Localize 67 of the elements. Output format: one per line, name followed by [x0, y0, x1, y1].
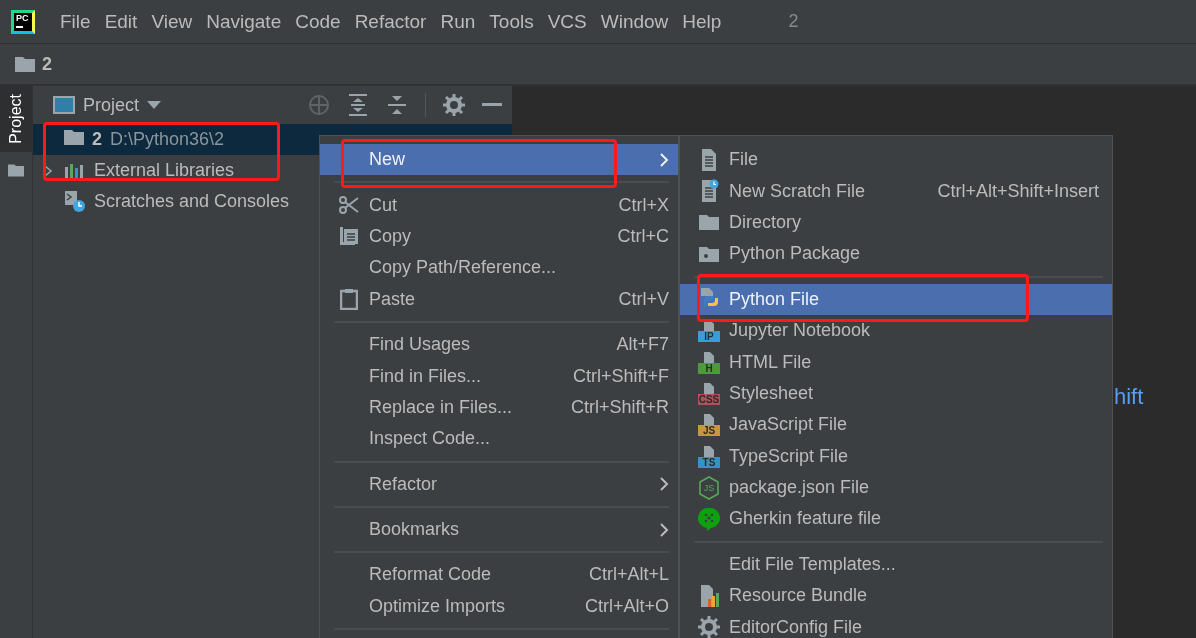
menu-item[interactable]: Reformat Code Ctrl+Alt+L: [320, 559, 678, 591]
folder-icon: [8, 161, 24, 178]
menu-item[interactable]: Resource Bundle: [680, 580, 1112, 612]
breadcrumb[interactable]: 2: [42, 53, 52, 75]
project-path: D:\Python36\2: [110, 129, 225, 150]
menu-item[interactable]: Paste Ctrl+V: [320, 283, 678, 315]
clipboard-icon: [340, 288, 358, 311]
settings-icon[interactable]: [443, 94, 465, 116]
menu-item[interactable]: EditorConfig File: [680, 611, 1112, 638]
menu-item[interactable]: Gherkin feature file: [680, 503, 1112, 535]
menu-bar-item[interactable]: VCS: [540, 10, 594, 33]
menu-item[interactable]: Cut Ctrl+X: [320, 189, 678, 221]
menu-bar-item[interactable]: File: [53, 10, 98, 33]
panel-title[interactable]: Project: [83, 94, 140, 116]
menu-bar-item[interactable]: Code: [288, 10, 348, 33]
chevron-right-icon[interactable]: [43, 164, 53, 177]
menu-item[interactable]: Bookmarks: [320, 513, 678, 546]
menu-item[interactable]: JS package.json File: [680, 471, 1112, 504]
menu-item[interactable]: CSS Stylesheet: [680, 377, 1112, 410]
folder-icon: [698, 214, 720, 231]
nodejs-icon: JS: [698, 475, 720, 500]
menu-bar-item[interactable]: Refactor: [347, 10, 434, 33]
menu-bar-item[interactable]: Navigate: [199, 10, 289, 33]
package-folder-icon: [698, 245, 720, 262]
menu-item[interactable]: New Scratch File Ctrl+Alt+Shift+Insert: [680, 175, 1112, 207]
minimize-icon[interactable]: [482, 103, 502, 107]
project-view-icon: [53, 96, 75, 114]
menu-bar-item[interactable]: Run: [433, 10, 483, 33]
library-icon: [64, 161, 86, 180]
menu-item[interactable]: Copy Path/Reference...: [320, 252, 678, 284]
tool-window-tab[interactable]: Project: [0, 86, 32, 152]
menu-item[interactable]: File: [680, 144, 1112, 176]
collapse-all-icon[interactable]: [386, 94, 408, 116]
folder-icon: [64, 129, 84, 145]
menu-item[interactable]: Python Package: [680, 238, 1112, 270]
menu-item[interactable]: JS JavaScript File: [680, 409, 1112, 441]
folder-icon: [15, 56, 35, 72]
menu-bar-item[interactable]: Edit: [97, 10, 145, 33]
menu-item[interactable]: Replace in Files... Ctrl+Shift+R: [320, 391, 678, 424]
menu-bar-item[interactable]: Help: [675, 10, 729, 33]
menu-bar-item[interactable]: Window: [593, 10, 676, 33]
dropdown-caret-icon[interactable]: [147, 101, 162, 109]
menu-item[interactable]: Copy Ctrl+C: [320, 220, 678, 253]
menu-item[interactable]: New: [320, 144, 678, 176]
menu-item[interactable]: Find in Files... Ctrl+Shift+F: [320, 360, 678, 392]
menu-item[interactable]: Inspect Code...: [320, 423, 678, 455]
scratches-icon: [64, 189, 86, 214]
gear-icon: [698, 616, 720, 638]
menu-item[interactable]: H HTML File: [680, 346, 1112, 378]
resource-bundle-icon: [698, 583, 720, 608]
copy-icon: [339, 226, 359, 247]
menu-item[interactable]: Directory: [680, 206, 1112, 239]
menu-item[interactable]: Refactor: [320, 468, 678, 500]
menu-bar-item[interactable]: Tools: [482, 10, 541, 33]
expand-all-icon[interactable]: [347, 94, 369, 116]
menu-item[interactable]: IP Jupyter Notebook: [680, 314, 1112, 347]
menu-item[interactable]: Edit File Templates...: [680, 548, 1112, 581]
scissors-icon: [338, 194, 360, 217]
menu-item[interactable]: TS TypeScript File: [680, 440, 1112, 472]
menu-bar-item[interactable]: View: [144, 10, 200, 33]
menu-item[interactable]: Find Usages Alt+F7: [320, 328, 678, 361]
menu-item[interactable]: Optimize Imports Ctrl+Alt+O: [320, 590, 678, 623]
app-logo: PC: [11, 9, 35, 34]
menu-item[interactable]: Python File: [680, 283, 1112, 315]
editor-hint: hift: [1114, 384, 1144, 409]
cucumber-icon: [698, 507, 720, 531]
window-title: 2: [788, 11, 799, 32]
